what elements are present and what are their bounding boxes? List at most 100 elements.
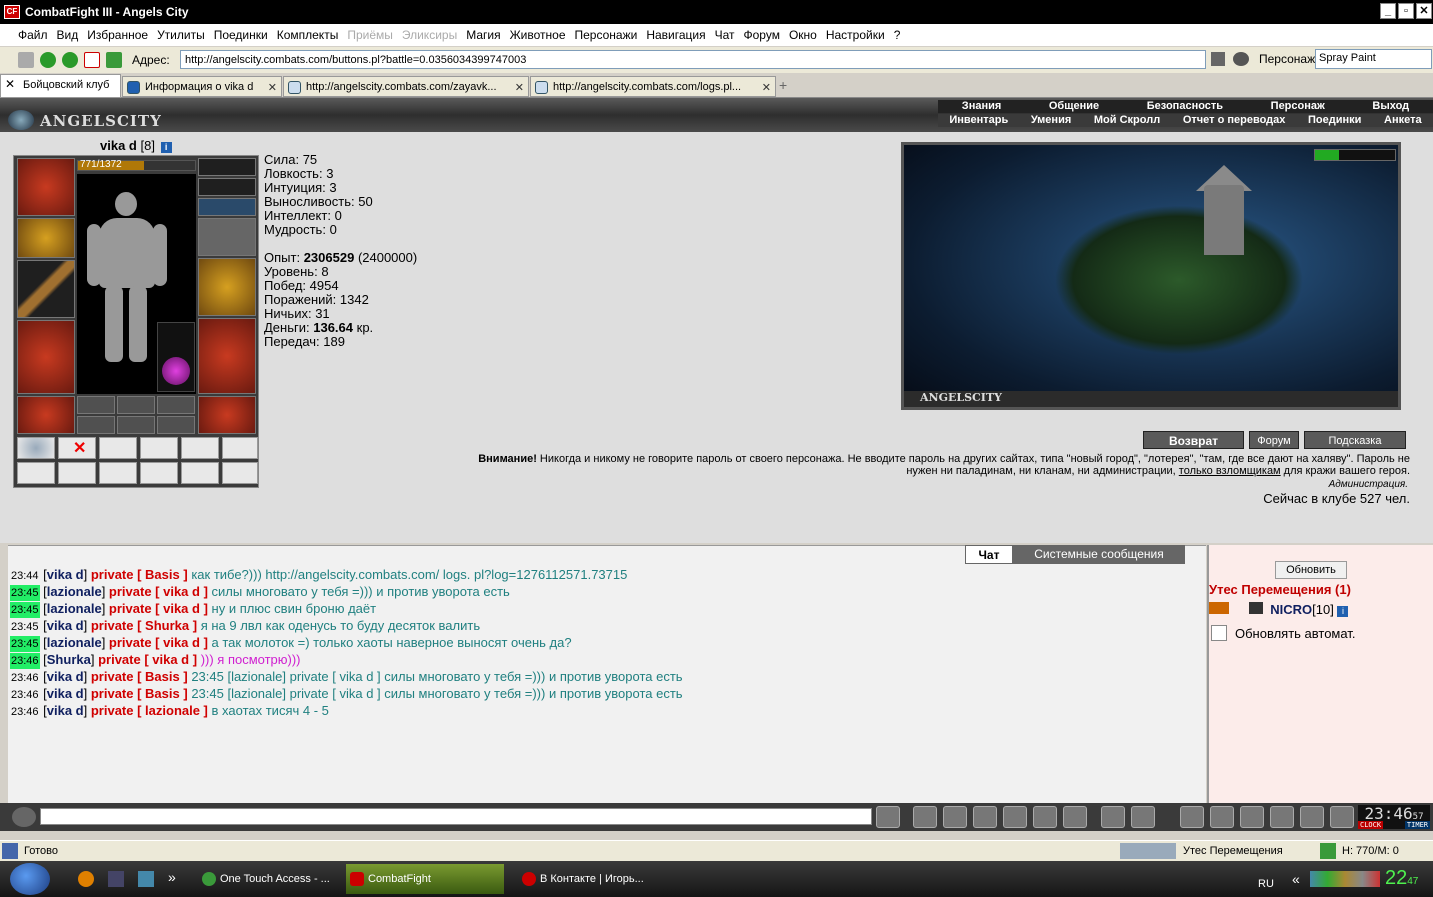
- weapon-slot[interactable]: [17, 260, 75, 318]
- tab-close-icon[interactable]: ✕: [515, 81, 524, 94]
- menu-item[interactable]: Магия: [466, 28, 500, 42]
- ring-slot[interactable]: [117, 396, 155, 414]
- scroll-slot-6[interactable]: [222, 437, 258, 459]
- menu-item[interactable]: Форум: [744, 28, 780, 42]
- tab-system-messages[interactable]: Системные сообщения: [1013, 545, 1185, 564]
- persona-select[interactable]: Spray Paint: [1315, 49, 1432, 69]
- menu-item[interactable]: Комплекты: [277, 28, 339, 42]
- chevron-left-icon[interactable]: «: [1292, 871, 1300, 887]
- bracers-slot[interactable]: [17, 218, 75, 258]
- forward-icon[interactable]: [62, 52, 78, 68]
- location-scene[interactable]: ANGELSCITY: [901, 142, 1401, 410]
- armor-slot[interactable]: [17, 320, 75, 394]
- scroll-slot-7[interactable]: [17, 462, 55, 484]
- scroll-slot-8[interactable]: [58, 462, 96, 484]
- belt-slot[interactable]: [17, 396, 75, 434]
- language-indicator[interactable]: RU: [1258, 878, 1274, 890]
- menu-item[interactable]: Вид: [57, 28, 79, 42]
- menu-item[interactable]: Настройки: [826, 28, 885, 42]
- tab-info[interactable]: Информация о vika d ✕: [122, 76, 282, 97]
- menu-item[interactable]: Навигация: [646, 28, 705, 42]
- menu-item[interactable]: Чат: [715, 28, 735, 42]
- pet-slot[interactable]: [157, 322, 195, 392]
- new-tab-icon[interactable]: +: [779, 77, 787, 93]
- tower[interactable]: [1204, 185, 1244, 255]
- chevron-right-icon[interactable]: »: [168, 869, 176, 885]
- tab-close-icon[interactable]: ✕: [268, 81, 277, 94]
- hint-button[interactable]: Подсказка: [1304, 431, 1406, 449]
- private-message-icon[interactable]: [1209, 602, 1229, 614]
- rune-slot[interactable]: [117, 416, 155, 434]
- tab-close-icon[interactable]: ✕: [762, 81, 771, 94]
- status-refresh-icon[interactable]: [1320, 843, 1336, 859]
- speaker-icon[interactable]: [12, 807, 36, 827]
- microphone-icon[interactable]: [1063, 806, 1087, 828]
- chat-nick[interactable]: Shurka: [47, 652, 91, 667]
- boots-slot[interactable]: [198, 396, 256, 434]
- tray-icons[interactable]: [1310, 871, 1380, 887]
- nav-social[interactable]: Общение: [1049, 100, 1099, 113]
- auto-refresh-checkbox[interactable]: [1211, 625, 1227, 641]
- quicklaunch-icon[interactable]: [138, 871, 154, 887]
- chat-nick[interactable]: vika d: [47, 703, 84, 718]
- tab-fight-club[interactable]: ✕ Бойцовский клуб: [0, 74, 121, 98]
- gloves-slot[interactable]: [198, 218, 256, 256]
- translit-icon[interactable]: [1131, 806, 1155, 828]
- scroll-slot-12[interactable]: [222, 462, 258, 484]
- nav-my-scroll[interactable]: Мой Скролл: [1094, 114, 1160, 127]
- taskbar-item[interactable]: One Touch Access - ...: [198, 864, 340, 894]
- leggings-slot[interactable]: [198, 318, 256, 394]
- character-nick[interactable]: vika d: [100, 138, 137, 153]
- taskbar-item-active[interactable]: CombatFight: [346, 864, 504, 894]
- nav-profile[interactable]: Анкета: [1384, 114, 1422, 127]
- maximize-button[interactable]: ▫: [1398, 3, 1414, 19]
- pin-icon[interactable]: [18, 52, 34, 68]
- tab-chat[interactable]: Чат: [965, 545, 1013, 564]
- menu-item[interactable]: ?: [894, 28, 901, 42]
- ring-slot[interactable]: [157, 396, 195, 414]
- menu-item[interactable]: Поединки: [214, 28, 268, 42]
- stop-icon[interactable]: [84, 52, 100, 68]
- chat-nick[interactable]: lazionale: [47, 601, 102, 616]
- clear-icon[interactable]: [913, 806, 937, 828]
- rune-slot[interactable]: [157, 416, 195, 434]
- refresh-button[interactable]: Обновить: [1275, 561, 1347, 579]
- shield-slot[interactable]: [198, 258, 256, 316]
- quicklaunch-icon[interactable]: [78, 871, 94, 887]
- back-button[interactable]: Возврат: [1143, 431, 1244, 449]
- back-icon[interactable]: [40, 52, 56, 68]
- nav-exit[interactable]: Выход: [1372, 100, 1409, 113]
- chat-nick[interactable]: lazionale: [47, 635, 102, 650]
- fighters-icon[interactable]: [1003, 806, 1027, 828]
- nav-skills[interactable]: Умения: [1031, 114, 1071, 127]
- send-icon[interactable]: [876, 806, 900, 828]
- filter-icon[interactable]: [943, 806, 967, 828]
- info-icon[interactable]: i: [160, 142, 172, 153]
- tab-logs[interactable]: http://angelscity.combats.com/logs.pl...…: [530, 76, 776, 97]
- minimize-button[interactable]: _: [1380, 3, 1396, 19]
- exit-icon[interactable]: [1330, 806, 1354, 828]
- nav-security[interactable]: Безопасность: [1147, 100, 1223, 113]
- chat-input[interactable]: [40, 808, 872, 825]
- bag-icon[interactable]: [1270, 806, 1294, 828]
- chat-nick[interactable]: vika d: [47, 669, 84, 684]
- scroll-slot-9[interactable]: [99, 462, 137, 484]
- rings-slot[interactable]: [198, 198, 256, 216]
- start-button[interactable]: [10, 863, 50, 895]
- nav-transfers-report[interactable]: Отчет о переводах: [1183, 114, 1286, 127]
- menu-item[interactable]: Животное: [510, 28, 566, 42]
- scroll-slot-10[interactable]: [140, 462, 178, 484]
- quicklaunch-icon[interactable]: [108, 871, 124, 887]
- scroll-slot-1[interactable]: [17, 437, 55, 459]
- hackers-link[interactable]: только взломщикам: [1179, 465, 1281, 477]
- chat-nick[interactable]: lazionale: [47, 584, 102, 599]
- scroll-slot-2[interactable]: ✕: [58, 437, 96, 459]
- rune-slot[interactable]: [77, 416, 115, 434]
- nav-knowledge[interactable]: Знания: [962, 100, 1001, 113]
- forum-button[interactable]: Форум: [1249, 431, 1299, 449]
- binoculars-icon[interactable]: [1233, 52, 1249, 66]
- go-icon[interactable]: [1211, 52, 1225, 66]
- address-input[interactable]: [180, 50, 1206, 69]
- potion-icon[interactable]: [1180, 806, 1204, 828]
- close-button[interactable]: ✕: [1416, 3, 1432, 19]
